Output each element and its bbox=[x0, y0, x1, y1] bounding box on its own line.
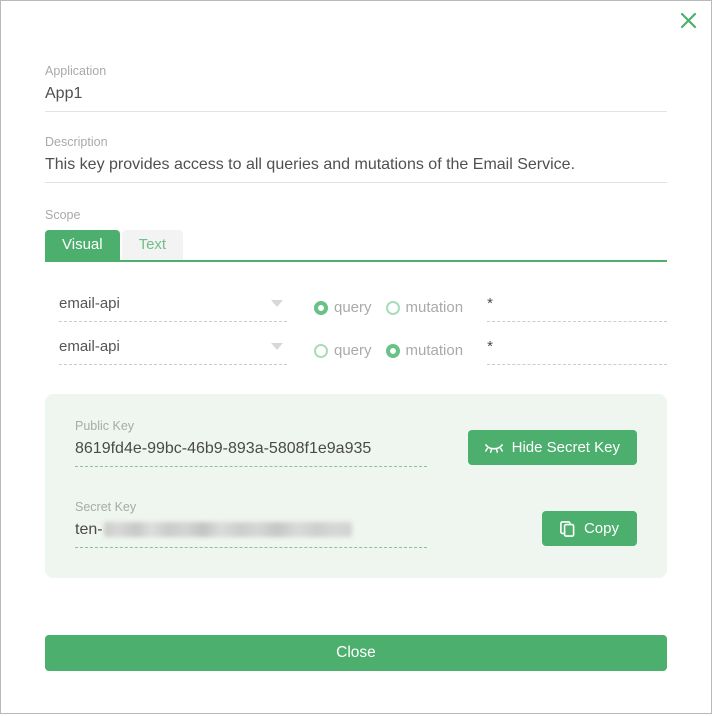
application-value[interactable]: App1 bbox=[45, 82, 667, 112]
radio-query-2-label: query bbox=[334, 341, 372, 359]
radio-mutation-2-label: mutation bbox=[405, 341, 464, 359]
scope-rows: email-api query mutation * email-api que… bbox=[45, 286, 667, 372]
dialog-content: Application App1 Description This key pr… bbox=[45, 63, 667, 578]
secret-key-row: Secret Key ten- Copy bbox=[75, 499, 637, 548]
radio-query-1-label: query bbox=[334, 298, 372, 316]
service-select-2-value: email-api bbox=[59, 338, 120, 355]
scope-tabbar: Visual Text bbox=[45, 230, 667, 262]
secret-key-value[interactable]: ten- bbox=[75, 518, 427, 548]
chevron-down-icon bbox=[271, 300, 283, 307]
application-field: Application App1 bbox=[45, 63, 667, 112]
application-label: Application bbox=[45, 64, 107, 78]
operation-radios-2: query mutation bbox=[314, 341, 477, 361]
scope-label: Scope bbox=[45, 208, 81, 222]
api-key-dialog: Application App1 Description This key pr… bbox=[0, 0, 712, 714]
pattern-input-1[interactable]: * bbox=[487, 293, 667, 322]
hide-secret-key-button[interactable]: Hide Secret Key bbox=[467, 430, 637, 465]
radio-dot-unselected-icon bbox=[314, 343, 328, 358]
pattern-input-2-value: * bbox=[487, 338, 493, 355]
public-key-row: Public Key 8619fd4e-99bc-46b9-893a-5808f… bbox=[75, 418, 637, 467]
scope-row: email-api query mutation * bbox=[45, 329, 667, 372]
radio-mutation-1-label: mutation bbox=[405, 298, 464, 316]
copy-icon bbox=[560, 520, 575, 537]
tab-text[interactable]: Text bbox=[121, 230, 184, 260]
secret-key-prefix: ten- bbox=[75, 521, 103, 538]
pattern-input-2[interactable]: * bbox=[487, 336, 667, 365]
close-button[interactable]: Close bbox=[45, 635, 667, 671]
radio-dot-selected-icon bbox=[314, 300, 328, 315]
hide-secret-key-label: Hide Secret Key bbox=[511, 439, 620, 456]
operation-radios-1: query mutation bbox=[314, 298, 477, 318]
radio-dot-unselected-icon bbox=[385, 300, 400, 315]
key-panel: Public Key 8619fd4e-99bc-46b9-893a-5808f… bbox=[45, 394, 667, 578]
tab-visual[interactable]: Visual bbox=[45, 230, 120, 260]
service-select-1[interactable]: email-api bbox=[59, 293, 287, 322]
scope-section: Scope Visual Text email-api query mutati… bbox=[45, 207, 667, 372]
secret-key-label: Secret Key bbox=[75, 500, 137, 514]
pattern-input-1-value: * bbox=[487, 295, 493, 312]
dialog-footer: Close bbox=[45, 635, 667, 671]
close-x-icon[interactable] bbox=[675, 7, 701, 33]
radio-mutation-2[interactable]: mutation bbox=[385, 341, 464, 361]
copy-secret-key-button[interactable]: Copy bbox=[541, 511, 637, 546]
radio-query-2[interactable]: query bbox=[314, 341, 372, 361]
service-select-2[interactable]: email-api bbox=[59, 336, 287, 365]
description-label: Description bbox=[45, 135, 108, 149]
secret-key-redacted-mask bbox=[103, 522, 352, 537]
public-key-field: Public Key 8619fd4e-99bc-46b9-893a-5808f… bbox=[75, 418, 427, 467]
radio-dot-selected-icon bbox=[385, 343, 400, 358]
description-field: Description This key provides access to … bbox=[45, 134, 667, 183]
copy-secret-key-label: Copy bbox=[583, 520, 619, 537]
service-select-1-value: email-api bbox=[59, 295, 120, 312]
public-key-value[interactable]: 8619fd4e-99bc-46b9-893a-5808f1e9a935 bbox=[75, 437, 427, 467]
secret-key-field: Secret Key ten- bbox=[75, 499, 427, 548]
scope-row: email-api query mutation * bbox=[45, 286, 667, 329]
public-key-label: Public Key bbox=[75, 419, 135, 433]
eye-slash-icon bbox=[484, 443, 503, 453]
chevron-down-icon bbox=[271, 343, 283, 350]
radio-mutation-1[interactable]: mutation bbox=[385, 298, 464, 318]
radio-query-1[interactable]: query bbox=[314, 298, 372, 318]
description-value[interactable]: This key provides access to all queries … bbox=[45, 153, 667, 183]
